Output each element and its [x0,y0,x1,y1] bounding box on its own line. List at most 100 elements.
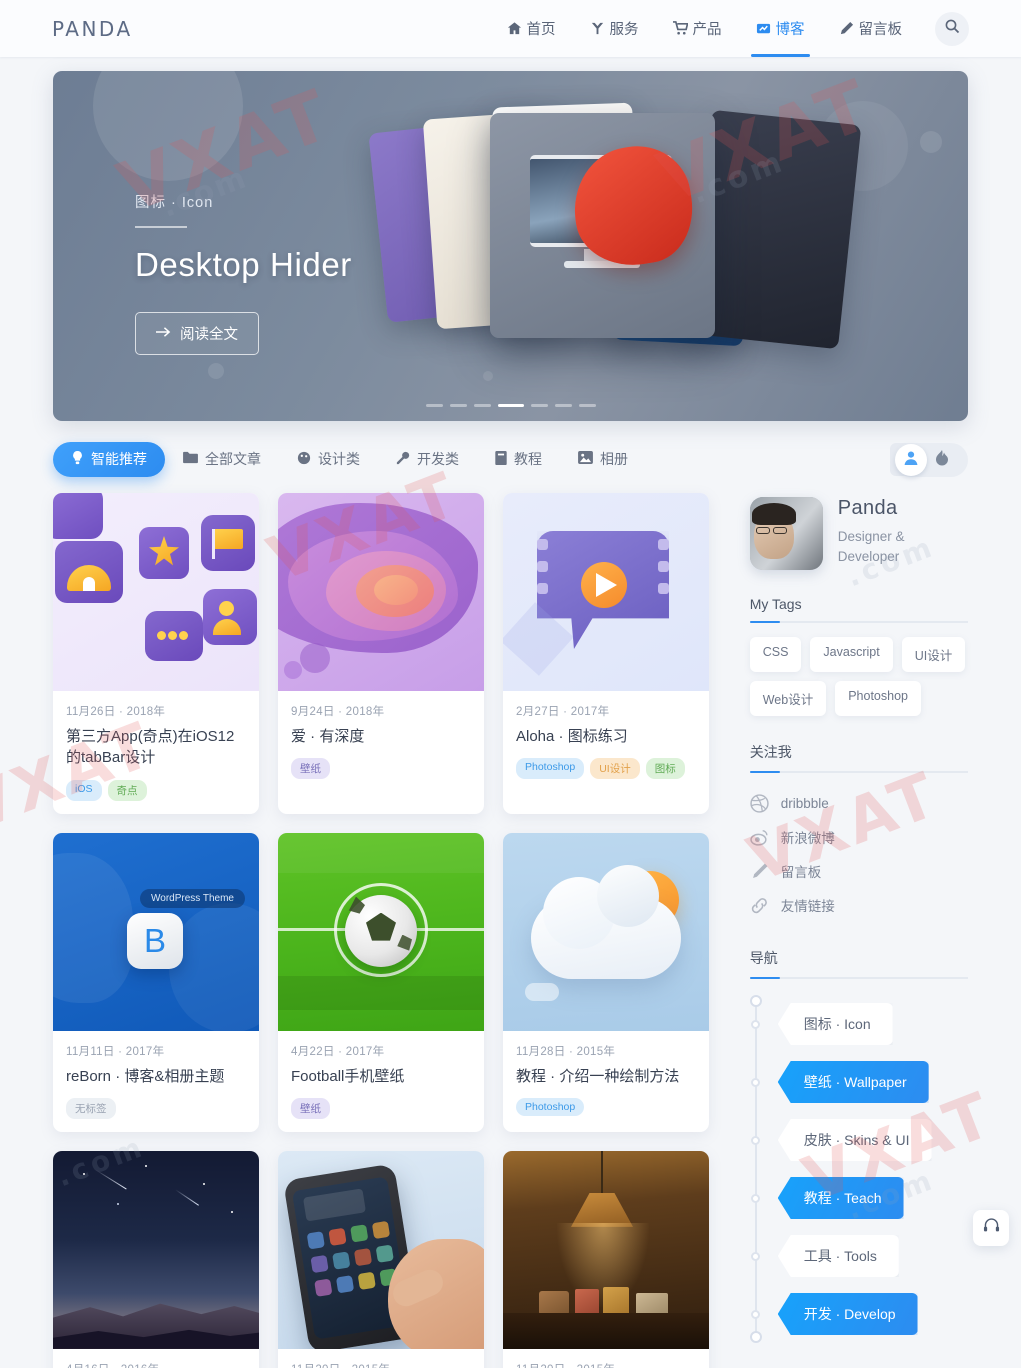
carousel-dot[interactable] [473,404,491,407]
card-date: 4月16日 · 2016年 [66,1361,246,1368]
carousel-dot[interactable] [425,404,443,407]
follow-item-links[interactable]: 友情链接 [750,888,968,922]
card-thumbnail [503,1150,709,1349]
article-card[interactable]: 4月16日 · 2016年 私藏壁纸一张 [53,1150,259,1368]
follow-item-weibo[interactable]: 新浪微博 [750,820,968,854]
card-title[interactable]: Football手机壁纸 [291,1066,471,1087]
follow-item-guestbook[interactable]: 留言板 [750,854,968,888]
filter-tab-recommend[interactable]: 智能推荐 [53,441,165,477]
follow-item-dribbble[interactable]: dribbble [750,787,968,820]
card-title[interactable]: 爱 · 有深度 [291,726,471,747]
site-logo[interactable]: PANDA [52,17,133,41]
card-tag[interactable]: Photoshop [516,1097,585,1116]
category-skins[interactable]: 皮肤 · Skins & UI [777,1119,932,1161]
card-tags: 壁纸 [291,1097,471,1119]
timeline-node [750,1193,760,1203]
hero-carousel[interactable]: 图标 · Icon Desktop Hider 阅读全文 [53,71,968,421]
card-thumbnail [53,1150,259,1349]
card-title[interactable]: Aloha · 图标练习 [516,726,696,747]
cart-icon [672,21,689,36]
main-navigation: 首页 服务 产品 博客 留言板 [490,0,1021,57]
nav-item-blog[interactable]: 博客 [739,0,822,57]
my-tag-item[interactable]: Photoshop [835,681,921,716]
card-tag[interactable]: 无标签 [66,1097,116,1119]
category-tools[interactable]: 工具 · Tools [777,1235,899,1277]
nav-item-guestbook[interactable]: 留言板 [822,0,920,57]
card-title[interactable]: 第三方App(奇点)在iOS12的tabBar设计 [66,726,246,769]
card-tag[interactable]: Photoshop [516,758,585,780]
article-card[interactable]: 11月28日 · 2015年 教程 · 介绍一种绘制方法 Photoshop [503,832,709,1132]
content-area: 11月26日 · 2018年 第三方App(奇点)在iOS12的tabBar设计… [53,443,968,1368]
filter-tab-tutorial[interactable]: 教程 [477,442,560,477]
timeline-row: 图标 · Icon [750,995,968,1053]
card-tag[interactable]: 图标 [645,758,685,780]
timeline-cap-top [749,995,762,1007]
folder-icon [183,451,198,467]
section-divider [749,771,968,773]
filter-label: 智能推荐 [91,451,147,467]
filter-tab-dev[interactable]: 开发类 [378,442,477,477]
follow-heading: 关注我 [749,744,792,760]
user-mode-button[interactable] [895,444,927,476]
card-tag[interactable]: iOS [66,779,102,801]
card-title[interactable]: reBorn · 博客&相册主题 [66,1066,246,1087]
my-tag-item[interactable]: UI设计 [901,637,966,672]
hero-read-more-button[interactable]: 阅读全文 [135,312,259,355]
nav-label: 服务 [609,22,639,38]
filter-label: 全部文章 [205,451,261,467]
avatar[interactable] [749,497,823,570]
article-card[interactable]: 11月26日 · 2018年 第三方App(奇点)在iOS12的tabBar设计… [53,493,259,814]
card-tag[interactable]: 奇点 [107,779,147,801]
card-tag[interactable]: 壁纸 [291,1097,330,1119]
search-button[interactable] [935,11,969,46]
carousel-dot[interactable] [578,404,596,407]
carousel-dot[interactable] [530,404,548,407]
nav-item-home[interactable]: 首页 [490,0,573,57]
nav-item-products[interactable]: 产品 [656,0,739,57]
card-tags: 壁纸 [291,758,471,780]
support-button[interactable] [973,1210,1009,1246]
card-date: 11月26日 · 2018年 [66,706,166,718]
article-card[interactable]: 4月22日 · 2017年 Football手机壁纸 壁纸 [278,832,484,1132]
filter-bar: 智能推荐 全部文章 设计类 开发类 教程 相册 [53,439,968,479]
article-card[interactable]: 11月20日 · 2015年 flyme手机主题 Photoshop UI设计 [278,1150,484,1368]
card-thumbnail [278,832,484,1031]
card-tag[interactable]: UI设计 [590,758,640,780]
carousel-dot[interactable] [449,404,467,407]
sidebar: Panda Designer & Developer My Tags CSS J… [749,443,968,1368]
card-thumbnail [53,493,259,691]
category-icon[interactable]: 图标 · Icon [777,1003,893,1045]
article-card[interactable]: 2月27日 · 2017年 Aloha · 图标练习 Photoshop UI设… [503,493,709,814]
article-card[interactable]: 11月20日 · 2015年 OrgRar · WinRAR主题 [503,1150,709,1368]
card-body: 9月24日 · 2018年 爱 · 有深度 壁纸 [278,691,484,792]
article-card[interactable]: 9月24日 · 2018年 爱 · 有深度 壁纸 [278,493,484,814]
article-card[interactable]: WordPress Theme B 11月11日 · 2017年 reBorn … [53,832,259,1132]
sidebar-mode-toggle[interactable] [894,443,968,477]
hot-mode-button[interactable] [935,449,949,471]
my-tag-item[interactable]: CSS [749,637,802,672]
filter-tab-album[interactable]: 相册 [560,442,646,477]
category-teach[interactable]: 教程 · Teach [777,1177,904,1219]
arrow-right-icon [156,326,171,342]
card-tag[interactable]: 壁纸 [291,758,330,780]
filter-tab-all[interactable]: 全部文章 [165,442,279,477]
card-thumbnail [278,493,484,691]
card-title[interactable]: 教程 · 介绍一种绘制方法 [516,1066,696,1087]
timeline-node [750,1135,760,1145]
card-body: 11月11日 · 2017年 reBorn · 博客&相册主题 无标签 [53,1031,259,1132]
timeline-row: 工具 · Tools [750,1227,968,1285]
carousel-dot[interactable] [554,404,572,407]
blog-icon [756,21,771,36]
my-tag-item[interactable]: Web设计 [749,681,827,716]
my-tag-item[interactable]: Javascript [810,637,893,672]
card-tags: iOS 奇点 [66,779,246,801]
play-icon-illustration [503,493,709,691]
nav-item-service[interactable]: 服务 [573,0,656,57]
profile-block: Panda Designer & Developer [749,497,968,570]
article-grid: 11月26日 · 2018年 第三方App(奇点)在iOS12的tabBar设计… [53,493,728,1368]
category-wallpaper[interactable]: 壁纸 · Wallpaper [777,1061,929,1103]
timeline-line [754,1001,757,1337]
carousel-dot-active[interactable] [497,404,524,407]
filter-tab-design[interactable]: 设计类 [279,442,378,477]
category-develop[interactable]: 开发 · Develop [777,1293,918,1335]
